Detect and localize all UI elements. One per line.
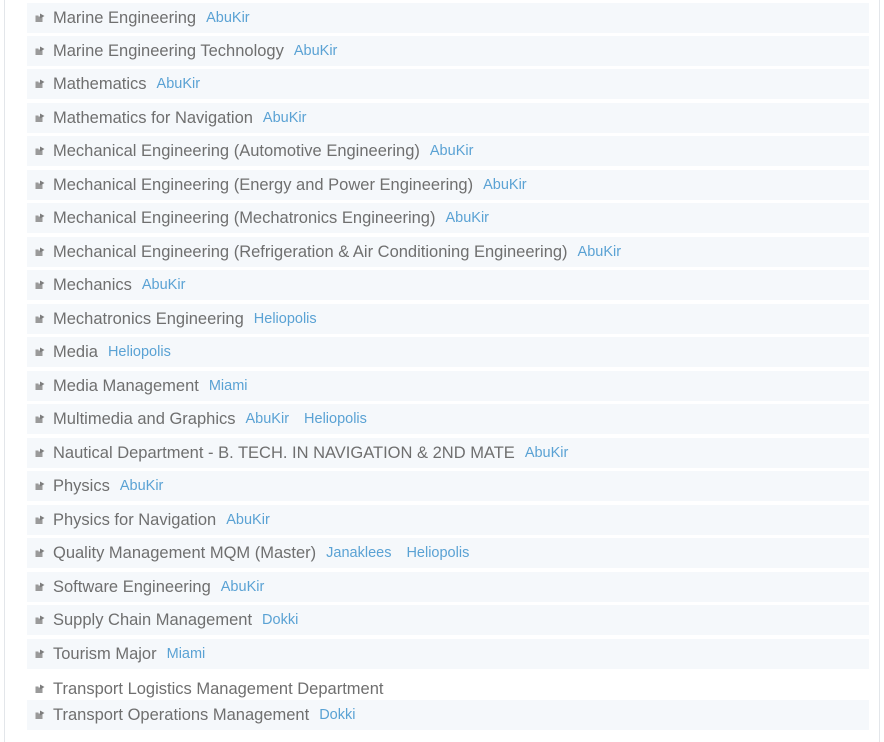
campus-link[interactable]: Miami xyxy=(209,378,248,394)
list-item: Multimedia and Graphics AbuKir Heliopoli… xyxy=(27,404,869,434)
campus-link[interactable]: AbuKir xyxy=(142,277,186,293)
folder-arrow-icon xyxy=(35,113,45,123)
list-item: Mechanical Engineering (Energy and Power… xyxy=(27,170,869,200)
list-item: Mechanical Engineering (Refrigeration & … xyxy=(27,237,869,267)
folder-arrow-icon xyxy=(35,414,45,424)
folder-arrow-icon xyxy=(35,280,45,290)
program-title[interactable]: Physics for Navigation xyxy=(53,511,216,530)
folder-arrow-icon xyxy=(35,13,45,23)
program-title[interactable]: Mechanical Engineering (Mechatronics Eng… xyxy=(53,209,435,228)
program-title[interactable]: Mechanics xyxy=(53,276,132,295)
list-item: Mechanics AbuKir xyxy=(27,270,869,300)
program-title[interactable]: Mechanical Engineering (Automotive Engin… xyxy=(53,142,420,161)
campus-link[interactable]: AbuKir xyxy=(525,445,569,461)
folder-arrow-icon xyxy=(35,548,45,558)
campus-link[interactable]: AbuKir xyxy=(120,478,164,494)
campus-link[interactable]: Dokki xyxy=(319,707,355,723)
campus-link[interactable]: Heliopolis xyxy=(406,545,469,561)
list-item: Marine Engineering Technology AbuKir xyxy=(27,36,869,66)
campus-link[interactable]: AbuKir xyxy=(578,244,622,260)
campus-link[interactable]: Janaklees xyxy=(326,545,391,561)
program-title[interactable]: Mechanical Engineering (Refrigeration & … xyxy=(53,243,568,262)
folder-arrow-icon xyxy=(35,347,45,357)
campus-link[interactable]: Dokki xyxy=(262,612,298,628)
folder-arrow-icon xyxy=(35,684,45,694)
list-item: Mechanical Engineering (Mechatronics Eng… xyxy=(27,203,869,233)
folder-arrow-icon xyxy=(35,710,45,720)
program-title[interactable]: Multimedia and Graphics xyxy=(53,410,236,429)
list-item: Mathematics for Navigation AbuKir xyxy=(27,103,869,133)
program-title[interactable]: Mathematics for Navigation xyxy=(53,109,253,128)
campus-link[interactable]: Heliopolis xyxy=(108,344,171,360)
list-item: Marine Engineering AbuKir xyxy=(27,3,869,33)
program-title[interactable]: Software Engineering xyxy=(53,578,211,597)
campus-link[interactable]: AbuKir xyxy=(483,177,527,193)
program-title[interactable]: Mathematics xyxy=(53,75,147,94)
program-title[interactable]: Transport Operations Management xyxy=(53,706,309,725)
program-title[interactable]: Tourism Major xyxy=(53,645,157,664)
folder-arrow-icon xyxy=(35,46,45,56)
folder-arrow-icon xyxy=(35,146,45,156)
campus-link[interactable]: AbuKir xyxy=(157,76,201,92)
folder-arrow-icon xyxy=(35,615,45,625)
campus-link[interactable]: Heliopolis xyxy=(304,411,367,427)
list-item: Mechanical Engineering (Automotive Engin… xyxy=(27,136,869,166)
program-title[interactable]: Nautical Department - B. TECH. IN NAVIGA… xyxy=(53,444,515,463)
list-item: Media Heliopolis xyxy=(27,337,869,367)
program-title[interactable]: Physics xyxy=(53,477,110,496)
campus-link[interactable]: AbuKir xyxy=(226,512,270,528)
program-title[interactable]: Marine Engineering Technology xyxy=(53,42,284,61)
folder-arrow-icon xyxy=(35,649,45,659)
list-item: Mechatronics Engineering Heliopolis xyxy=(27,304,869,334)
campus-link[interactable]: AbuKir xyxy=(445,210,489,226)
program-list-panel: Marine Engineering AbuKir Marine Enginee… xyxy=(4,0,880,742)
campus-link[interactable]: Heliopolis xyxy=(254,311,317,327)
list-item: Quality Management MQM (Master) Janaklee… xyxy=(27,538,869,568)
program-title[interactable]: Marine Engineering xyxy=(53,9,196,28)
list-item: Physics AbuKir xyxy=(27,471,869,501)
folder-arrow-icon xyxy=(35,515,45,525)
list-item: Transport Operations Management Dokki xyxy=(27,700,869,730)
campus-link[interactable]: AbuKir xyxy=(263,110,307,126)
list-item: Software Engineering AbuKir xyxy=(27,572,869,602)
folder-arrow-icon xyxy=(35,79,45,89)
list-item: Physics for Navigation AbuKir xyxy=(27,505,869,535)
folder-arrow-icon xyxy=(35,314,45,324)
folder-arrow-icon xyxy=(35,213,45,223)
folder-arrow-icon xyxy=(35,247,45,257)
program-title[interactable]: Media xyxy=(53,343,98,362)
program-title[interactable]: Mechanical Engineering (Energy and Power… xyxy=(53,176,473,195)
program-title[interactable]: Transport Logistics Management Departmen… xyxy=(53,680,383,699)
campus-link[interactable]: AbuKir xyxy=(221,579,265,595)
list-item: Tourism Major Miami xyxy=(27,639,869,669)
program-title[interactable]: Quality Management MQM (Master) xyxy=(53,544,316,563)
list-item: Transport Logistics Management Departmen… xyxy=(27,679,869,699)
folder-arrow-icon xyxy=(35,582,45,592)
list-item: Supply Chain Management Dokki xyxy=(27,605,869,635)
program-title[interactable]: Mechatronics Engineering xyxy=(53,310,244,329)
program-title[interactable]: Supply Chain Management xyxy=(53,611,252,630)
list-item: Mathematics AbuKir xyxy=(27,69,869,99)
list-item: Media Management Miami xyxy=(27,371,869,401)
folder-arrow-icon xyxy=(35,481,45,491)
campus-link[interactable]: Miami xyxy=(167,646,206,662)
campus-link[interactable]: AbuKir xyxy=(294,43,338,59)
folder-arrow-icon xyxy=(35,381,45,391)
campus-link[interactable]: AbuKir xyxy=(430,143,474,159)
campus-link[interactable]: AbuKir xyxy=(246,411,290,427)
program-title[interactable]: Media Management xyxy=(53,377,199,396)
folder-arrow-icon xyxy=(35,448,45,458)
list-item: Nautical Department - B. TECH. IN NAVIGA… xyxy=(27,438,869,468)
campus-link[interactable]: AbuKir xyxy=(206,10,250,26)
folder-arrow-icon xyxy=(35,180,45,190)
